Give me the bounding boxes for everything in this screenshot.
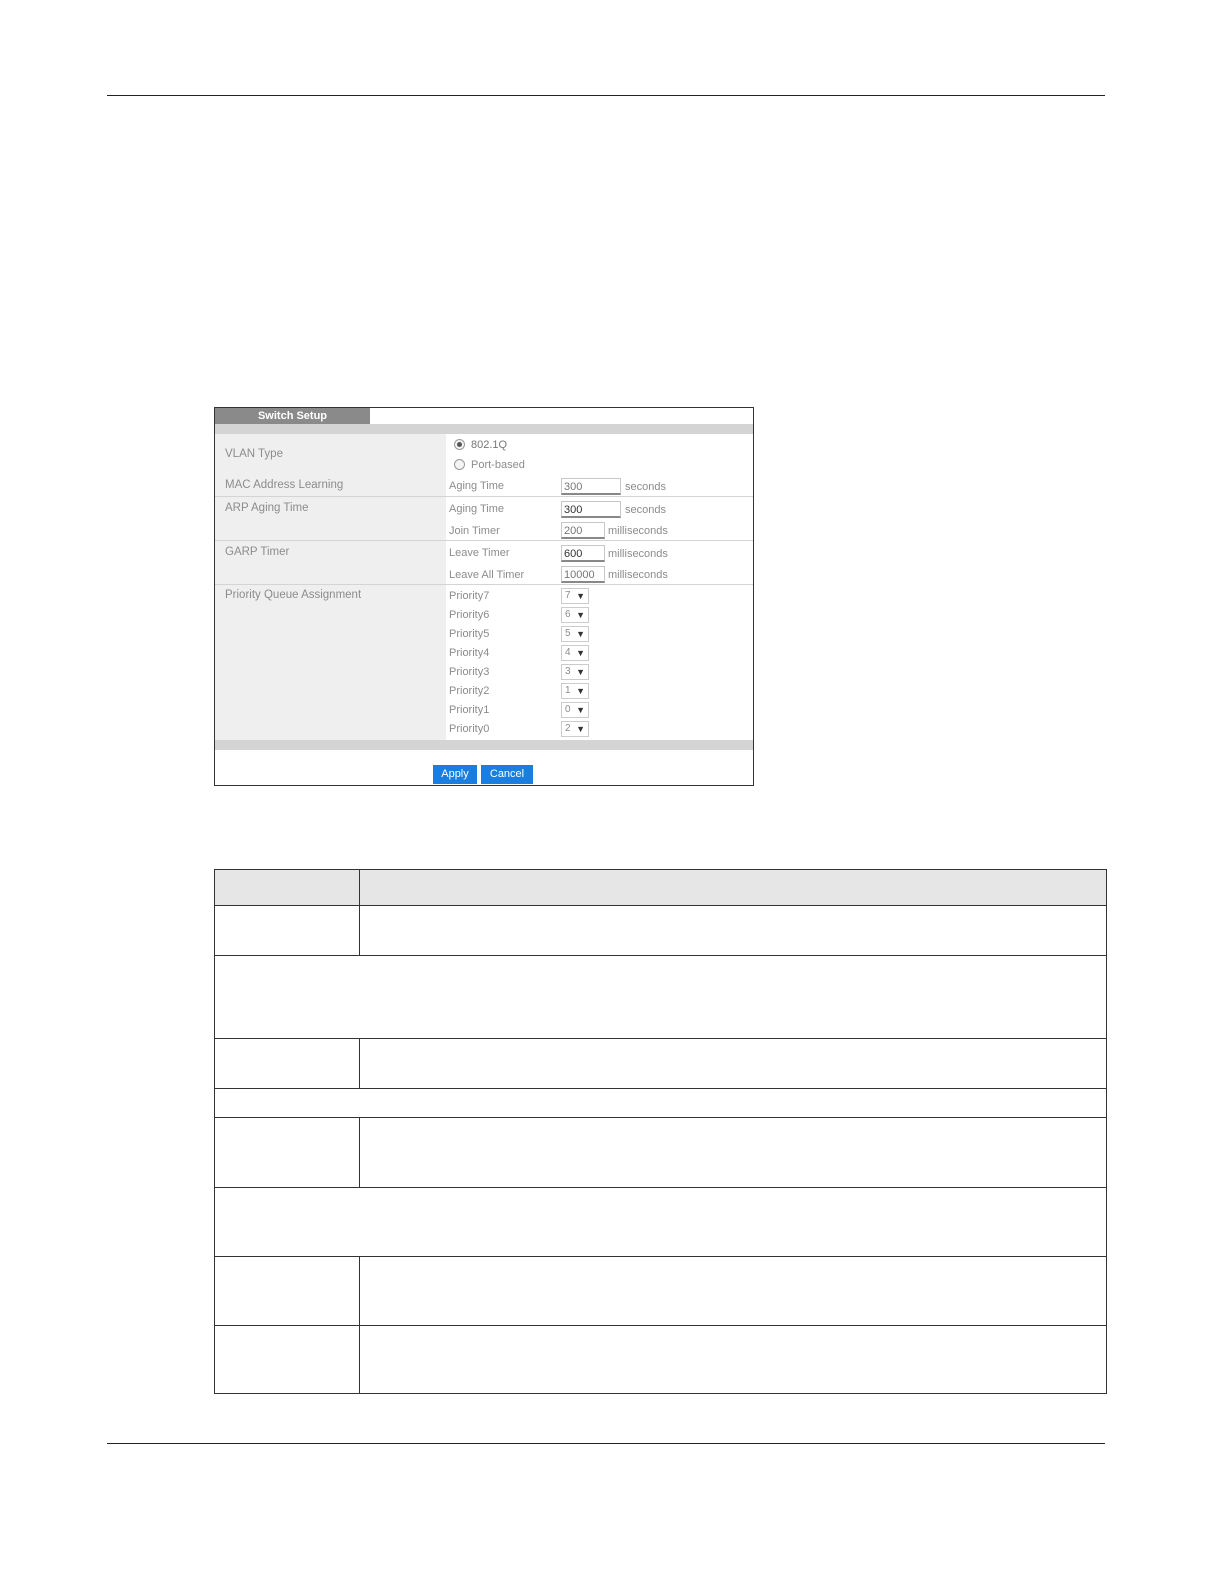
priority7-label: Priority7 bbox=[449, 590, 490, 602]
table-row bbox=[215, 1256, 1106, 1257]
chevron-down-icon: ▼ bbox=[576, 629, 585, 639]
priority6-value: 6 bbox=[565, 609, 571, 620]
chevron-down-icon: ▼ bbox=[576, 705, 585, 715]
priority5-label: Priority5 bbox=[449, 628, 490, 640]
arp-aging-time-label: Aging Time bbox=[449, 503, 505, 515]
vlan-8021q-label: 802.1Q bbox=[471, 439, 508, 451]
divider bbox=[215, 496, 753, 497]
header-rule bbox=[107, 95, 1105, 96]
priority5-select[interactable]: 5 ▼ bbox=[561, 626, 589, 642]
priority1-value: 0 bbox=[565, 704, 571, 715]
priority4-select[interactable]: 4 ▼ bbox=[561, 645, 589, 661]
leave-all-timer-label: Leave All Timer bbox=[449, 569, 525, 581]
divider bbox=[215, 584, 753, 585]
column-divider bbox=[359, 870, 360, 955]
priority1-select[interactable]: 0 ▼ bbox=[561, 702, 589, 718]
join-timer-input[interactable]: 200 bbox=[561, 522, 605, 539]
leave-timer-unit: milliseconds bbox=[608, 548, 668, 560]
arp-aging-label: ARP Aging Time bbox=[225, 502, 309, 514]
divider bbox=[215, 540, 753, 541]
priority7-select[interactable]: 7 ▼ bbox=[561, 588, 589, 604]
priority7-value: 7 bbox=[565, 590, 571, 601]
chevron-down-icon: ▼ bbox=[576, 648, 585, 658]
table-row bbox=[215, 1117, 1106, 1118]
priority2-value: 1 bbox=[565, 685, 571, 696]
footer-rule bbox=[107, 1443, 1105, 1444]
priority6-label: Priority6 bbox=[449, 609, 490, 621]
column-divider bbox=[359, 1117, 360, 1187]
priority3-label: Priority3 bbox=[449, 666, 490, 678]
priority0-value: 2 bbox=[565, 723, 571, 734]
leave-timer-input[interactable]: 600 bbox=[561, 545, 605, 562]
description-table bbox=[214, 869, 1107, 1394]
vlan-port-based-radio[interactable] bbox=[454, 459, 465, 470]
apply-button[interactable]: Apply bbox=[433, 765, 477, 784]
chevron-down-icon: ▼ bbox=[576, 724, 585, 734]
priority4-label: Priority4 bbox=[449, 647, 490, 659]
join-timer-label: Join Timer bbox=[449, 525, 500, 537]
priority0-select[interactable]: 2 ▼ bbox=[561, 721, 589, 737]
switch-setup-panel: Switch Setup VLAN Type 802.1Q Port-based… bbox=[214, 407, 754, 786]
priority1-label: Priority1 bbox=[449, 704, 490, 716]
table-row bbox=[215, 1088, 1106, 1089]
column-divider bbox=[359, 1038, 360, 1088]
mac-aging-unit: seconds bbox=[625, 481, 666, 493]
priority0-label: Priority0 bbox=[449, 723, 490, 735]
priority3-value: 3 bbox=[565, 666, 571, 677]
chevron-down-icon: ▼ bbox=[576, 591, 585, 601]
leave-all-timer-unit: milliseconds bbox=[608, 569, 668, 581]
cancel-button[interactable]: Cancel bbox=[481, 765, 533, 784]
table-row bbox=[215, 955, 1106, 956]
panel-top-bar bbox=[215, 424, 753, 434]
vlan-8021q-radio[interactable] bbox=[454, 439, 465, 450]
mac-learning-label: MAC Address Learning bbox=[225, 479, 344, 491]
priority5-value: 5 bbox=[565, 628, 571, 639]
panel-tab: Switch Setup bbox=[215, 408, 370, 424]
table-row bbox=[215, 1038, 1106, 1039]
vlan-type-label: VLAN Type bbox=[225, 448, 283, 460]
table-row bbox=[215, 1325, 1106, 1326]
leave-all-timer-input[interactable]: 10000 bbox=[561, 566, 605, 583]
priority2-select[interactable]: 1 ▼ bbox=[561, 683, 589, 699]
leave-timer-label: Leave Timer bbox=[449, 547, 510, 559]
arp-aging-time-input[interactable]: 300 bbox=[561, 501, 621, 518]
mac-aging-time-input[interactable]: 300 bbox=[561, 478, 621, 495]
table-row bbox=[215, 1187, 1106, 1188]
garp-timer-label: GARP Timer bbox=[225, 546, 290, 558]
priority3-select[interactable]: 3 ▼ bbox=[561, 664, 589, 680]
priority6-select[interactable]: 6 ▼ bbox=[561, 607, 589, 623]
chevron-down-icon: ▼ bbox=[576, 686, 585, 696]
chevron-down-icon: ▼ bbox=[576, 610, 585, 620]
table-header bbox=[215, 870, 1106, 905]
join-timer-unit: milliseconds bbox=[608, 525, 668, 537]
panel-bottom-bar bbox=[215, 740, 753, 750]
priority-queue-label: Priority Queue Assignment bbox=[225, 589, 362, 601]
vlan-port-based-label: Port-based bbox=[471, 459, 525, 471]
priority2-label: Priority2 bbox=[449, 685, 490, 697]
mac-aging-time-label: Aging Time bbox=[449, 480, 505, 492]
chevron-down-icon: ▼ bbox=[576, 667, 585, 677]
arp-aging-unit: seconds bbox=[625, 504, 666, 516]
priority4-value: 4 bbox=[565, 647, 571, 658]
table-row bbox=[215, 905, 1106, 906]
